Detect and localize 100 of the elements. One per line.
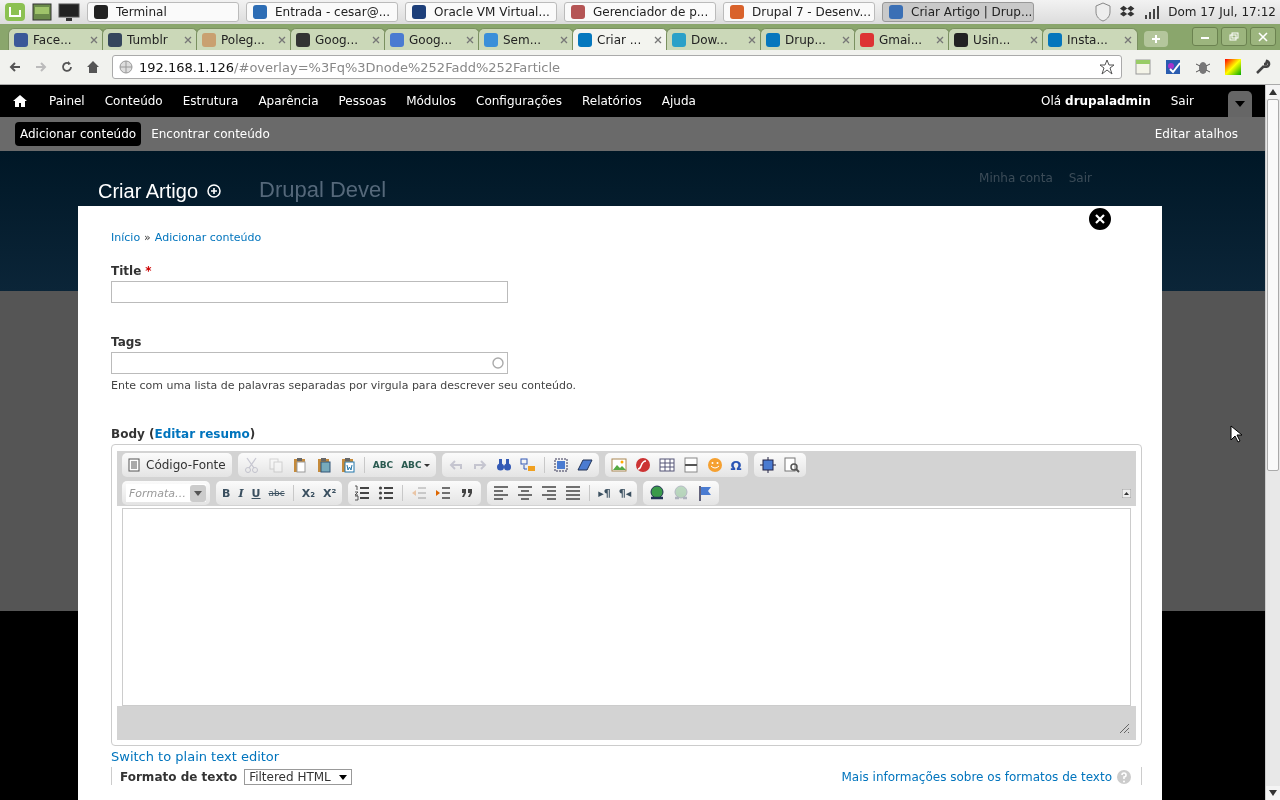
switch-editor-link[interactable]: Switch to plain text editor [111,749,280,764]
menu-item[interactable]: Ajuda [651,94,706,108]
close-icon[interactable] [654,35,662,44]
menu-item[interactable]: Estrutura [172,94,249,108]
underline-button[interactable]: U [251,486,261,500]
align-left-icon[interactable] [493,485,510,501]
text-format-select[interactable]: Filtered HTML [244,769,352,785]
minimize-button[interactable] [1192,27,1218,46]
close-icon[interactable] [466,35,474,44]
breadcrumb-link[interactable]: Adicionar conteúdo [154,231,262,244]
monitor-icon[interactable] [58,2,80,22]
taskbar-button[interactable]: Drupal 7 - Desenv... [723,2,875,22]
align-right-icon[interactable] [541,485,558,501]
close-icon[interactable] [278,35,286,44]
spellcheck-menu-button[interactable]: ABC [401,460,430,470]
wrench-icon[interactable] [1254,58,1272,76]
bullet-list-icon[interactable] [378,485,395,501]
breadcrumb-link[interactable]: Início [111,231,141,244]
close-icon[interactable] [560,35,568,44]
clipboard-icon[interactable] [315,457,332,473]
browser-tab[interactable]: Drup... [760,28,856,50]
browser-tab[interactable]: Gmai... [854,28,950,50]
numbered-list-icon[interactable] [354,485,371,501]
browser-tab[interactable]: Insta... [1042,28,1138,50]
close-icon[interactable] [1124,35,1132,44]
eraser-icon[interactable] [576,457,593,473]
add-circle-icon[interactable] [207,184,222,198]
menu-item[interactable]: Relatórios [572,94,652,108]
taskbar-button[interactable]: Oracle VM Virtual... [405,2,557,22]
shield-icon[interactable] [1094,2,1113,22]
browser-tab[interactable]: Poleg... [196,28,292,50]
summary-link[interactable]: Editar resumo [154,427,250,441]
taskbar-button[interactable]: Terminal [87,2,239,22]
scrollbar[interactable] [1265,85,1280,800]
flag-icon[interactable] [697,485,714,501]
browser-tab[interactable]: Dow... [666,28,762,50]
align-center-icon[interactable] [517,485,534,501]
justify-icon[interactable] [565,485,582,501]
browser-tab[interactable]: Usin... [948,28,1044,50]
shortcut-link[interactable]: Encontrar conteúdo [146,122,275,146]
close-window-button[interactable] [1250,27,1276,46]
replace-icon[interactable] [519,457,536,473]
menu-item[interactable]: Aparência [248,94,329,108]
close-icon[interactable] [1030,35,1038,44]
globe-link-icon[interactable] [649,485,666,501]
maximize-icon[interactable] [759,457,776,473]
new-tab-button[interactable] [1144,31,1168,47]
close-icon[interactable] [748,35,756,44]
help-link[interactable]: Mais informações sobre os formatos de texto [841,770,1112,784]
browser-tab[interactable]: Criar ... [572,28,668,50]
indent-icon[interactable] [435,485,452,501]
logout-link[interactable]: Sair [1160,94,1204,108]
close-icon[interactable] [184,35,192,44]
clipboard-icon[interactable] [291,457,308,473]
dropbox-icon[interactable] [1120,4,1137,20]
home-icon[interactable] [86,60,100,74]
toolbar-toggle[interactable] [1228,91,1252,117]
menu-item[interactable]: Pessoas [328,94,397,108]
close-icon[interactable] [372,35,380,44]
collapse-icon[interactable] [1122,488,1131,498]
left-to-right-button[interactable]: ▸¶ [598,486,611,500]
magnifier-page-icon[interactable] [783,457,800,473]
browser-tab[interactable]: Goog... [384,28,480,50]
edit-shortcuts-link[interactable]: Editar atalhos [1149,122,1243,146]
tags-field[interactable] [111,352,508,374]
back-icon[interactable] [8,60,22,74]
right-to-left-button[interactable]: ¶◂ [618,486,632,500]
color-grid-icon[interactable] [1224,58,1242,76]
browser-tab[interactable]: Tumblr [102,28,198,50]
table-icon[interactable] [658,457,675,473]
close-icon[interactable] [936,35,944,44]
close-icon[interactable] [90,35,98,44]
window-icon[interactable] [31,2,53,22]
taskbar-button[interactable]: Criar Artigo | Drup... [882,2,1034,22]
clipboard-icon[interactable] [339,457,356,473]
picture-icon[interactable] [610,457,627,473]
signal-icon[interactable] [1144,4,1161,20]
binoculars-icon[interactable] [495,457,512,473]
resize-grip-icon[interactable] [1119,723,1130,734]
star-icon[interactable] [1099,59,1115,75]
close-icon[interactable] [842,35,850,44]
home-icon[interactable] [13,94,27,108]
menu-item[interactable]: Conteúdo [94,94,173,108]
superscript-button[interactable]: X² [323,486,337,500]
reload-icon[interactable] [60,60,74,74]
shortcut-link[interactable]: Adicionar conteúdo [15,122,142,146]
leaf-logo-icon[interactable] [4,2,26,22]
taskbar-button[interactable]: Entrada - cesar@... [246,2,398,22]
menu-item[interactable]: Configurações [466,94,572,108]
spellcheck-button[interactable]: ABC [372,460,394,470]
subscript-button[interactable]: X₂ [301,486,315,500]
italic-button[interactable]: I [238,486,244,500]
select-all-icon[interactable] [552,457,569,473]
menu-item[interactable]: Painel [39,94,95,108]
bold-button[interactable]: B [222,486,231,500]
flash-icon[interactable] [634,457,651,473]
strikethrough-button[interactable]: abc [268,488,285,498]
restore-button[interactable] [1221,27,1247,46]
taskbar-button[interactable]: Gerenciador de p... [564,2,716,22]
browser-tab[interactable]: Sem... [478,28,574,50]
